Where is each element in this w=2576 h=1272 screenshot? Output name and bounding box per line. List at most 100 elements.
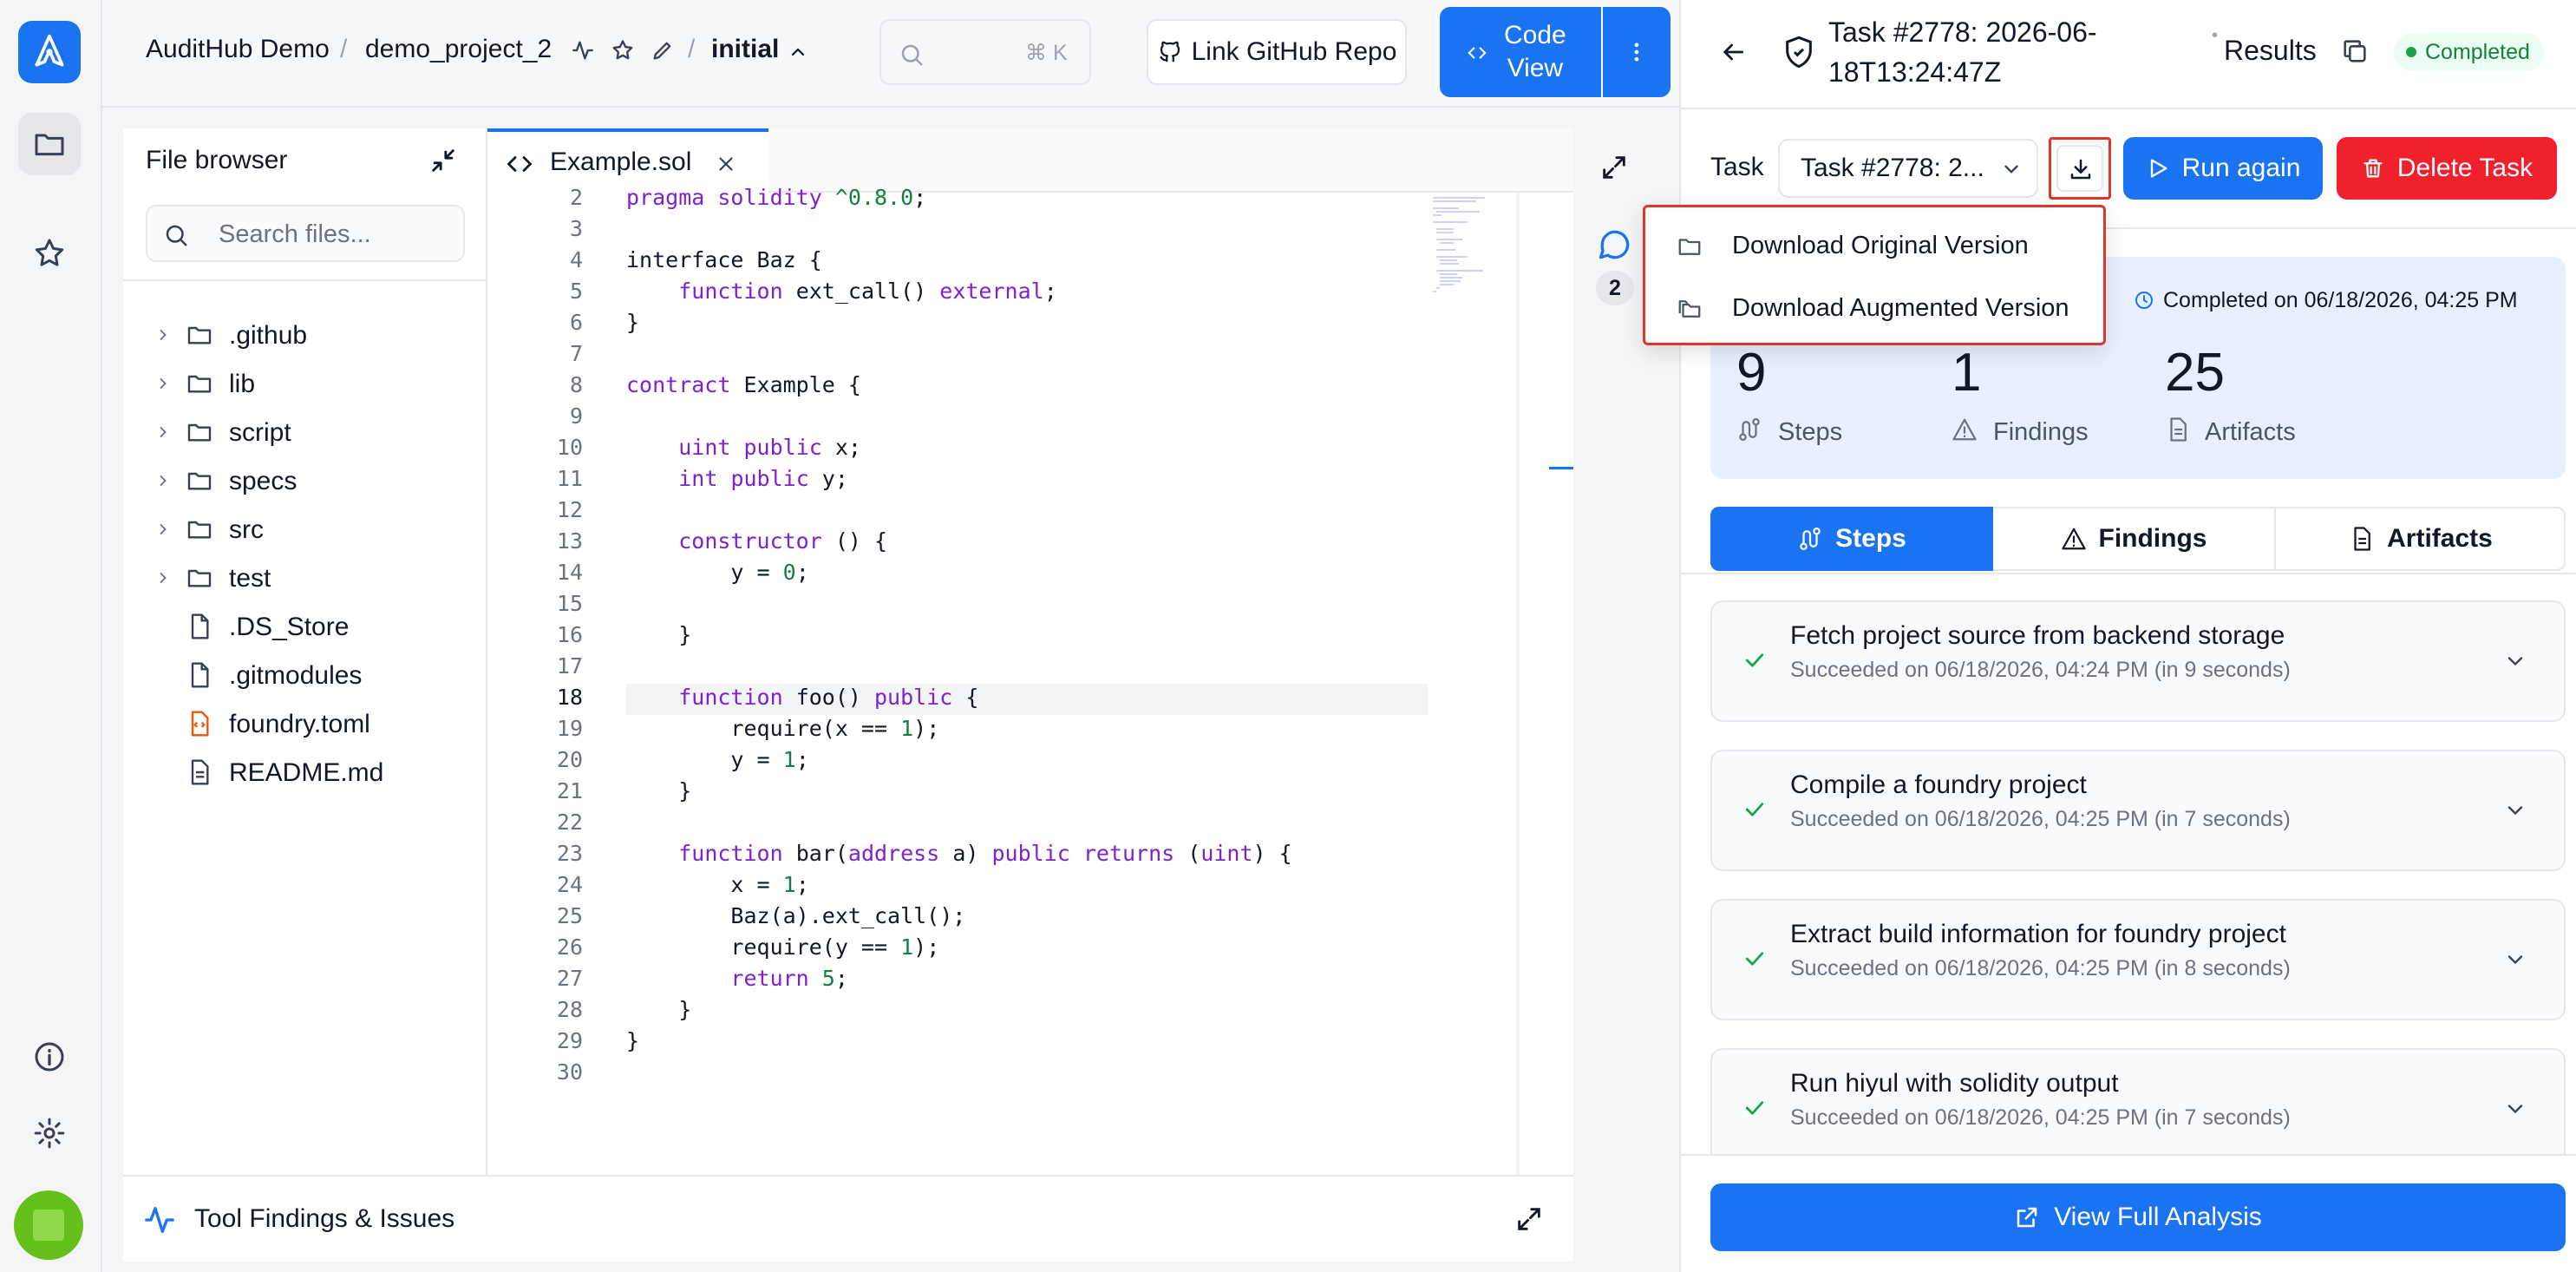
chevron-right-icon[interactable] [154, 521, 172, 538]
artifacts-label: Artifacts [2205, 418, 2296, 446]
step-card[interactable]: Extract build information for foundry pr… [1710, 899, 2566, 1020]
back-arrow-icon[interactable] [1719, 38, 1747, 66]
breadcrumb-project[interactable]: demo_project_2 [365, 35, 552, 64]
file-search-input[interactable]: Search files... [146, 205, 465, 262]
chevron-right-icon[interactable] [154, 569, 172, 587]
settings-button[interactable] [18, 1102, 81, 1164]
download-original-option[interactable]: Download Original Version [1645, 214, 2103, 277]
file-item[interactable]: foundry.toml [123, 699, 487, 748]
view-full-analysis-button[interactable]: View Full Analysis [1710, 1183, 2566, 1251]
folder-item[interactable]: lib [123, 359, 487, 408]
chevron-down-icon[interactable] [2503, 649, 2527, 673]
app-logo[interactable] [18, 21, 81, 83]
copy-icon[interactable] [2340, 36, 2370, 66]
editor-tab-label: Example.sol [550, 148, 692, 176]
folder-item[interactable]: specs [123, 456, 487, 505]
step-card[interactable]: Fetch project source from backend storag… [1710, 600, 2566, 722]
view-full-analysis-label: View Full Analysis [2054, 1203, 2262, 1231]
favorites-nav-button[interactable] [18, 222, 81, 285]
expand-icon[interactable] [1599, 153, 1629, 182]
findings-label: Findings [1993, 418, 2089, 446]
tab-steps[interactable]: Steps [1710, 507, 1993, 571]
branch-selector[interactable]: initial [711, 35, 779, 64]
line-number: 7 [569, 341, 583, 366]
activity-icon [145, 1207, 174, 1233]
step-card[interactable]: Run hiyul with solidity output Succeeded … [1710, 1048, 2566, 1170]
code-view-button[interactable]: Code View [1440, 7, 1601, 97]
check-icon [1745, 1101, 1764, 1115]
tab-artifacts-label: Artifacts [2387, 524, 2493, 553]
download-button-inner [2056, 145, 2103, 192]
more-options-button[interactable] [1603, 7, 1670, 97]
status-badge: Completed [2394, 33, 2544, 71]
line-number: 5 [569, 279, 583, 304]
external-link-icon [2017, 1207, 2037, 1228]
play-icon [2150, 159, 2167, 178]
line-number: 6 [569, 310, 583, 335]
close-icon[interactable] [715, 153, 737, 175]
file-icon [191, 662, 209, 688]
download-button[interactable] [2049, 137, 2111, 200]
step-card[interactable]: Compile a foundry project Succeeded on 06… [1710, 750, 2566, 871]
line-number: 25 [556, 903, 583, 928]
info-button[interactable] [18, 1026, 81, 1088]
delete-task-button[interactable]: Delete Task [2337, 137, 2557, 200]
avatar[interactable] [14, 1190, 83, 1260]
tool-findings-bar[interactable]: Tool Findings & Issues [123, 1175, 1573, 1262]
task-select[interactable]: Task #2778: 2... [1778, 139, 2038, 198]
chevron-down-icon[interactable] [2503, 798, 2527, 823]
code-view-label-line2: View [1507, 54, 1564, 82]
github-icon [1159, 41, 1180, 62]
collapse-icon[interactable] [428, 146, 458, 175]
pencil-icon[interactable] [651, 38, 675, 62]
folder-icon [187, 375, 212, 393]
folder-item[interactable]: test [123, 554, 487, 602]
search-button[interactable]: ⌘ K [879, 19, 1091, 85]
file-item[interactable]: .DS_Store [123, 602, 487, 651]
tree-item-label: README.md [229, 758, 384, 787]
chevron-right-icon[interactable] [154, 423, 172, 441]
run-again-button[interactable]: Run again [2123, 137, 2323, 200]
code-editor: Example.sol 2 pragma solidity ^0.8.0; 3 4 in… [487, 128, 1573, 1175]
code-line: Baz(a).ext_call(); [626, 903, 966, 928]
chevron-right-icon[interactable] [154, 375, 172, 392]
file-icon [191, 613, 209, 639]
tab-findings[interactable]: Findings [1993, 507, 2276, 571]
line-number: 12 [556, 497, 583, 522]
files-nav-button[interactable] [18, 113, 81, 175]
chevron-right-icon[interactable] [154, 472, 172, 489]
link-github-button[interactable]: Link GitHub Repo [1147, 19, 1407, 85]
expand-icon[interactable] [1514, 1204, 1544, 1234]
chevron-right-icon[interactable] [154, 326, 172, 344]
folder-item[interactable]: script [123, 408, 487, 456]
line-number: 28 [556, 997, 583, 1022]
chevron-down-icon[interactable] [2503, 947, 2527, 972]
code-icon [507, 156, 533, 172]
chevron-down-icon[interactable] [2503, 1097, 2527, 1121]
search-icon [901, 44, 923, 66]
divider [1681, 108, 2576, 109]
file-item[interactable]: README.md [123, 748, 487, 797]
scrollbar-track[interactable] [1516, 193, 1520, 1175]
line-number: 21 [556, 778, 583, 803]
code-icon [1468, 47, 1487, 59]
run-again-label: Run again [2181, 154, 2301, 182]
line-number: 26 [556, 934, 583, 960]
comment-icon[interactable] [1596, 226, 1634, 264]
tab-findings-label: Findings [2098, 524, 2207, 553]
folder-item[interactable]: .github [123, 311, 487, 359]
folder-item[interactable]: src [123, 505, 487, 554]
download-augmented-option[interactable]: Download Augmented Version [1645, 277, 2103, 339]
activity-icon[interactable] [571, 38, 595, 62]
tab-artifacts[interactable]: Artifacts [2276, 507, 2566, 571]
line-number: 10 [556, 435, 583, 460]
minimap[interactable] [1429, 193, 1516, 297]
breadcrumb-org[interactable]: AuditHub Demo [146, 35, 330, 64]
chevron-up-icon[interactable] [788, 42, 808, 62]
star-icon[interactable] [611, 38, 635, 62]
line-number: 18 [556, 685, 583, 710]
file-item[interactable]: .gitmodules [123, 651, 487, 699]
folders-icon [1678, 300, 1701, 318]
